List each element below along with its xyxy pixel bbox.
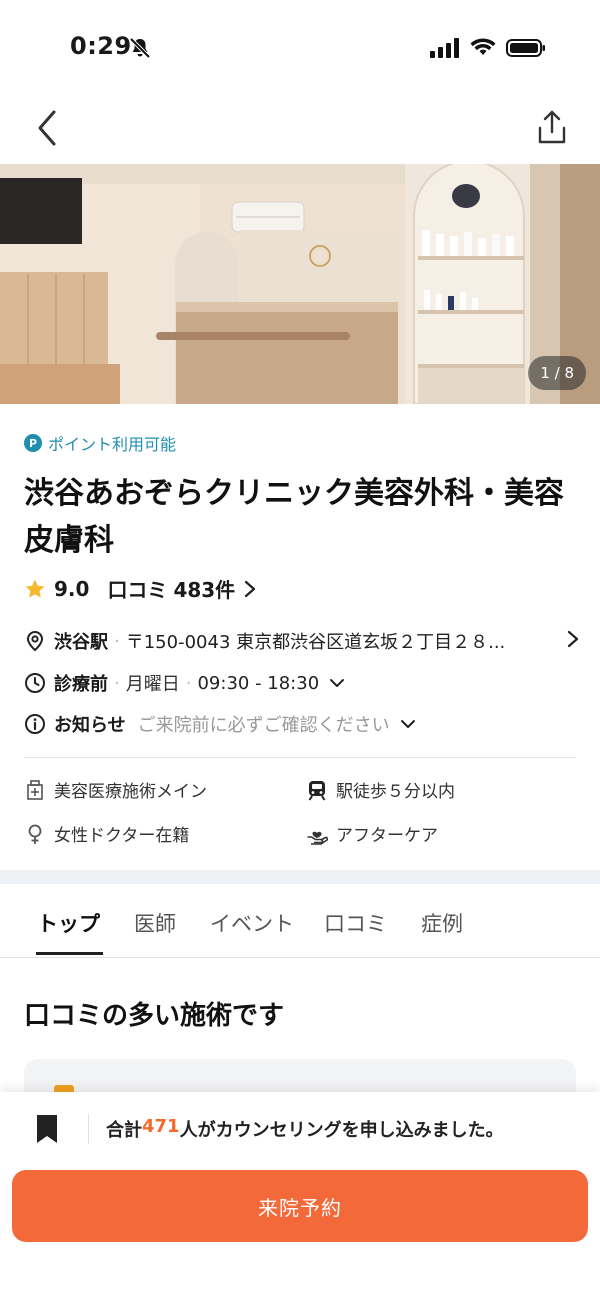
share-icon[interactable]: [532, 108, 572, 148]
tab-bar: トップ 医師 イベント 口コミ 症例: [0, 884, 600, 958]
reserve-button[interactable]: 来院予約: [12, 1170, 588, 1242]
notice-text: ご来院前に必ずご確認ください: [137, 715, 390, 736]
feature-label: 美容医療施術メイン: [54, 782, 207, 802]
clinic-building-icon: [27, 779, 43, 800]
section-title: 口コミの多い施術です: [24, 1001, 285, 1031]
feature-label: アフターケア: [336, 826, 438, 846]
tab-top[interactable]: トップ: [37, 908, 100, 938]
reserve-label: 来院予約: [258, 1195, 342, 1220]
counsel-prefix: 合計: [106, 1120, 142, 1141]
bottom-action-bar: 合計 471 人がカウンセリングを申し込みました。 来院予約: [0, 1092, 600, 1304]
female-icon: [28, 824, 42, 844]
feature-label: 女性ドクター在籍: [54, 826, 190, 846]
address-text: 〒150-0043 東京都渋谷区道玄坂２丁目２８...: [125, 632, 506, 653]
status-bar: 0:29: [0, 0, 600, 96]
chevron-down-icon: [400, 720, 415, 728]
aftercare-hand-icon: [307, 831, 328, 845]
star-icon: [25, 579, 45, 598]
feature-label: 駅徒歩５分以内: [336, 782, 455, 802]
tab-events[interactable]: イベント: [210, 908, 294, 938]
counseling-count-text: 合計 471 人がカウンセリングを申し込みました。: [106, 1116, 504, 1142]
counsel-count: 471: [142, 1116, 180, 1137]
hours-time: 09:30 - 18:30: [197, 672, 320, 694]
separator-dot: ·: [114, 672, 120, 694]
review-count: 483件: [173, 578, 236, 602]
rating-row[interactable]: 9.0 口コミ 483件: [24, 574, 257, 603]
divider: [24, 757, 576, 758]
clock-icon: [25, 673, 45, 693]
clinic-photo[interactable]: 1 / 8: [0, 164, 600, 404]
status-time: 0:29: [70, 32, 132, 60]
location-pin-icon: [26, 630, 44, 652]
wifi-icon: [470, 38, 496, 55]
divider: [88, 1114, 89, 1144]
active-tab-indicator: [36, 952, 103, 955]
separator-dot: ·: [185, 672, 192, 694]
feature-item: アフターケア: [306, 821, 438, 846]
section-separator: [0, 870, 600, 884]
station-name: 渋谷駅: [54, 632, 108, 653]
notice-label: お知らせ: [54, 715, 126, 736]
separator-dot: ·: [114, 630, 120, 652]
hours-row[interactable]: 診療前 · 月曜日 · 09:30 - 18:30: [24, 670, 345, 696]
review-label: 口コミ: [107, 578, 168, 602]
feature-item: 女性ドクター在籍: [24, 821, 189, 846]
tab-cases[interactable]: 症例: [421, 908, 463, 938]
points-badge: P ポイント利用可能: [24, 431, 176, 455]
hours-day: 月曜日: [125, 674, 180, 695]
train-icon: [308, 780, 326, 801]
chevron-right-icon: [567, 630, 579, 648]
info-icon: [25, 714, 45, 734]
chevron-down-icon: [330, 679, 345, 687]
address-row[interactable]: 渋谷駅 · 〒150-0043 東京都渋谷区道玄坂２丁目２８...: [24, 628, 580, 654]
chevron-right-icon: [245, 580, 256, 597]
bookmark-icon[interactable]: [34, 1114, 60, 1144]
back-arrow-icon[interactable]: [30, 108, 66, 148]
feature-item: 美容医療施術メイン: [24, 777, 207, 802]
clinic-interior-image: [0, 164, 600, 404]
notice-row[interactable]: お知らせ ご来院前に必ずご確認ください: [24, 711, 416, 737]
points-label: ポイント利用可能: [48, 435, 177, 454]
feature-item: 駅徒歩５分以内: [306, 777, 455, 802]
battery-icon: [506, 39, 545, 57]
tab-reviews[interactable]: 口コミ: [324, 908, 387, 938]
cellular-signal-icon: [430, 38, 459, 58]
clinic-name: 渋谷あおぞらクリニック美容外科・美容皮膚科: [24, 476, 564, 558]
photo-counter: 1 / 8: [528, 356, 586, 390]
bell-muted-icon: [129, 37, 151, 59]
tab-doctors[interactable]: 医師: [134, 908, 176, 938]
hours-status: 診療前: [54, 674, 108, 695]
rating-value: 9.0: [54, 576, 90, 601]
nav-bar: [0, 96, 600, 164]
counsel-suffix: 人がカウンセリングを申し込みました。: [179, 1120, 504, 1141]
points-icon: P: [24, 434, 42, 452]
